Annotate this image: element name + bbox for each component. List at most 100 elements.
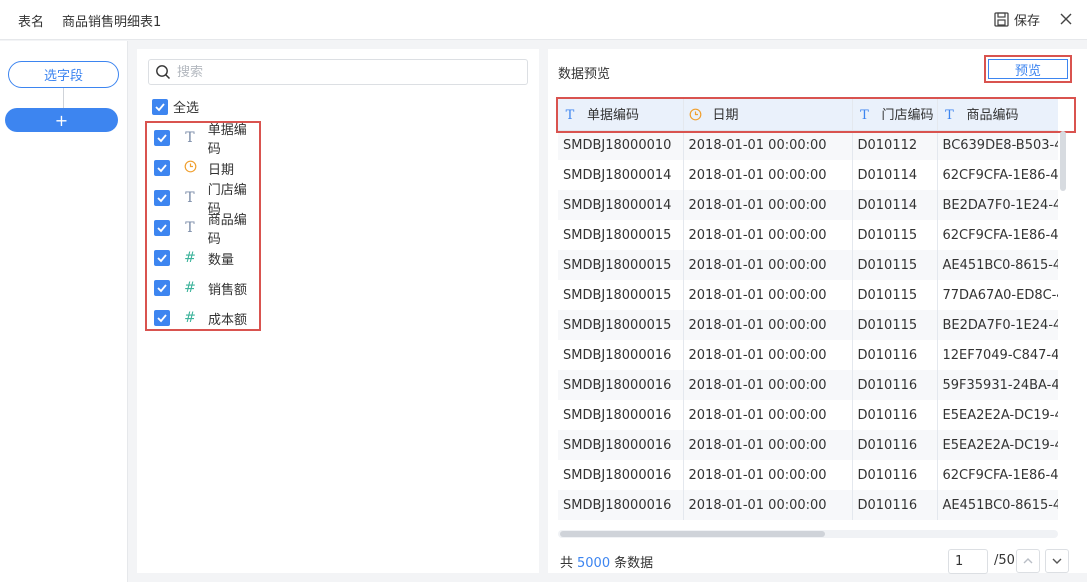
table-cell: 62CF9CFA-1E86-496 [937, 220, 1058, 250]
step-connector [63, 88, 64, 108]
text-type-icon: T [185, 130, 195, 146]
field-item[interactable]: T 门店编码 [154, 183, 259, 217]
save-button[interactable]: 保存 [994, 9, 1040, 29]
page-number-input[interactable] [948, 549, 988, 574]
table-cell: D010114 [852, 190, 938, 220]
table-row: SMDBJ18000016 2018-01-01 00:00:00 D010116 6… [558, 460, 1058, 490]
field-name: 商品编码 [207, 213, 247, 247]
page-total: /50 [994, 553, 1015, 568]
preview-button-highlight: 预览 [984, 55, 1072, 83]
hash-icon: # [184, 250, 196, 266]
table-row: SMDBJ18000016 2018-01-01 00:00:00 D010116 E… [558, 400, 1058, 430]
table-name-label: 表名 [18, 15, 45, 30]
table-row: SMDBJ18000010 2018-01-01 00:00:00 D010112 B… [558, 130, 1058, 160]
column-header-label: 单据编码 [587, 108, 640, 124]
close-button[interactable] [1058, 11, 1074, 27]
table-row: SMDBJ18000014 2018-01-01 00:00:00 D010114 6… [558, 160, 1058, 190]
table-cell: SMDBJ18000015 [558, 280, 684, 310]
hash-icon: # [184, 280, 196, 296]
table-row: SMDBJ18000015 2018-01-01 00:00:00 D010115 A… [558, 250, 1058, 280]
table-cell: D010115 [852, 280, 938, 310]
table-cell: D010114 [852, 160, 938, 190]
field-panel: 全选 T 单据编码 日期 T 门店编码 T 商品编码 # 数量 [137, 49, 539, 573]
table-cell: 2018-01-01 00:00:00 [683, 160, 853, 190]
table-cell: AE451BC0-8615-4F8 [937, 250, 1058, 280]
table-row: SMDBJ18000015 2018-01-01 00:00:00 D010115 6… [558, 220, 1058, 250]
table-cell: SMDBJ18000016 [558, 340, 684, 370]
table-cell: 77DA67A0-ED8C-4FE [937, 280, 1058, 310]
table-cell: D010115 [852, 220, 938, 250]
table-cell: SMDBJ18000016 [558, 490, 684, 520]
checkbox-checked-icon[interactable] [154, 310, 170, 326]
table-row: SMDBJ18000016 2018-01-01 00:00:00 D010116 A… [558, 490, 1058, 520]
hash-icon: # [184, 310, 196, 326]
next-page-button[interactable] [1045, 549, 1069, 573]
search-icon [156, 65, 171, 80]
select-all-checkbox[interactable]: 全选 [152, 97, 199, 116]
table-cell: SMDBJ18000010 [558, 130, 684, 160]
save-icon [994, 11, 1009, 27]
column-header[interactable]: T 门店编码 [852, 98, 938, 131]
checkbox-checked-icon[interactable] [154, 190, 170, 206]
field-item[interactable]: T 单据编码 [154, 123, 259, 157]
table-name-value[interactable]: 商品销售明细表1 [62, 11, 161, 30]
table-cell: 2018-01-01 00:00:00 [683, 400, 853, 430]
table-row: SMDBJ18000015 2018-01-01 00:00:00 D010115 7… [558, 280, 1058, 310]
prev-page-button[interactable] [1016, 549, 1040, 573]
checkbox-checked-icon[interactable] [154, 160, 170, 176]
clock-icon [689, 108, 703, 123]
table-cell: AE451BC0-8615-4F8 [937, 490, 1058, 520]
table-cell: D010116 [852, 400, 938, 430]
field-item[interactable]: # 数量 [154, 248, 234, 268]
vertical-scrollbar[interactable] [1060, 131, 1066, 191]
table-cell: SMDBJ18000014 [558, 190, 684, 220]
table-cell: 2018-01-01 00:00:00 [683, 490, 853, 520]
table-cell: SMDBJ18000016 [558, 400, 684, 430]
chevron-up-icon [1023, 558, 1033, 564]
table-cell: SMDBJ18000014 [558, 160, 684, 190]
checkbox-checked-icon [152, 98, 168, 115]
table-row: SMDBJ18000015 2018-01-01 00:00:00 D010115 B… [558, 310, 1058, 340]
table-cell: D010116 [852, 460, 938, 490]
field-name: 销售额 [208, 282, 248, 298]
horizontal-scrollbar[interactable] [560, 531, 825, 537]
table-cell: BE2DA7F0-1E24-472 [937, 310, 1058, 340]
column-header[interactable]: T 单据编码 [558, 98, 684, 131]
preview-title: 数据预览 [558, 67, 611, 82]
table-cell: D010115 [852, 310, 938, 340]
select-fields-step[interactable]: 选字段 [8, 61, 119, 88]
checkbox-checked-icon[interactable] [154, 220, 170, 236]
table-cell: D010115 [852, 250, 938, 280]
table-cell: D010116 [852, 340, 938, 370]
table-cell: SMDBJ18000015 [558, 250, 684, 280]
checkbox-checked-icon[interactable] [154, 130, 170, 146]
field-name: 数量 [208, 252, 235, 268]
table-cell: SMDBJ18000016 [558, 430, 684, 460]
clock-icon [182, 160, 198, 177]
count-suffix: 条数据 [614, 556, 654, 571]
add-step-button[interactable]: + [5, 108, 118, 132]
field-item[interactable]: 日期 [154, 158, 234, 178]
table-cell: 2018-01-01 00:00:00 [683, 310, 853, 340]
column-header[interactable]: 日期 [683, 98, 853, 131]
text-type-icon: T [185, 190, 195, 206]
field-item[interactable]: T 商品编码 [154, 213, 259, 247]
table-cell: 2018-01-01 00:00:00 [683, 370, 853, 400]
count-prefix: 共 [560, 556, 574, 571]
table-cell: SMDBJ18000015 [558, 310, 684, 340]
table-cell: 12EF7049-C847-4A7I [937, 340, 1058, 370]
search-input[interactable] [177, 64, 507, 80]
text-type-icon: T [565, 108, 575, 124]
top-bar: 表名 商品销售明细表1 保存 [0, 0, 1087, 40]
table-cell: E5EA2E2A-DC19-4D4 [937, 430, 1058, 460]
field-item[interactable]: # 销售额 [154, 278, 247, 298]
save-label: 保存 [1014, 13, 1041, 29]
checkbox-checked-icon[interactable] [154, 280, 170, 296]
column-header[interactable]: T 商品编码 [937, 98, 1058, 131]
record-count: 共 5000 条数据 [560, 552, 653, 571]
table-row: SMDBJ18000016 2018-01-01 00:00:00 D010116 1… [558, 340, 1058, 370]
preview-button[interactable]: 预览 [988, 59, 1068, 79]
field-name: 日期 [208, 162, 235, 178]
field-item[interactable]: # 成本额 [154, 308, 247, 328]
checkbox-checked-icon[interactable] [154, 250, 170, 266]
